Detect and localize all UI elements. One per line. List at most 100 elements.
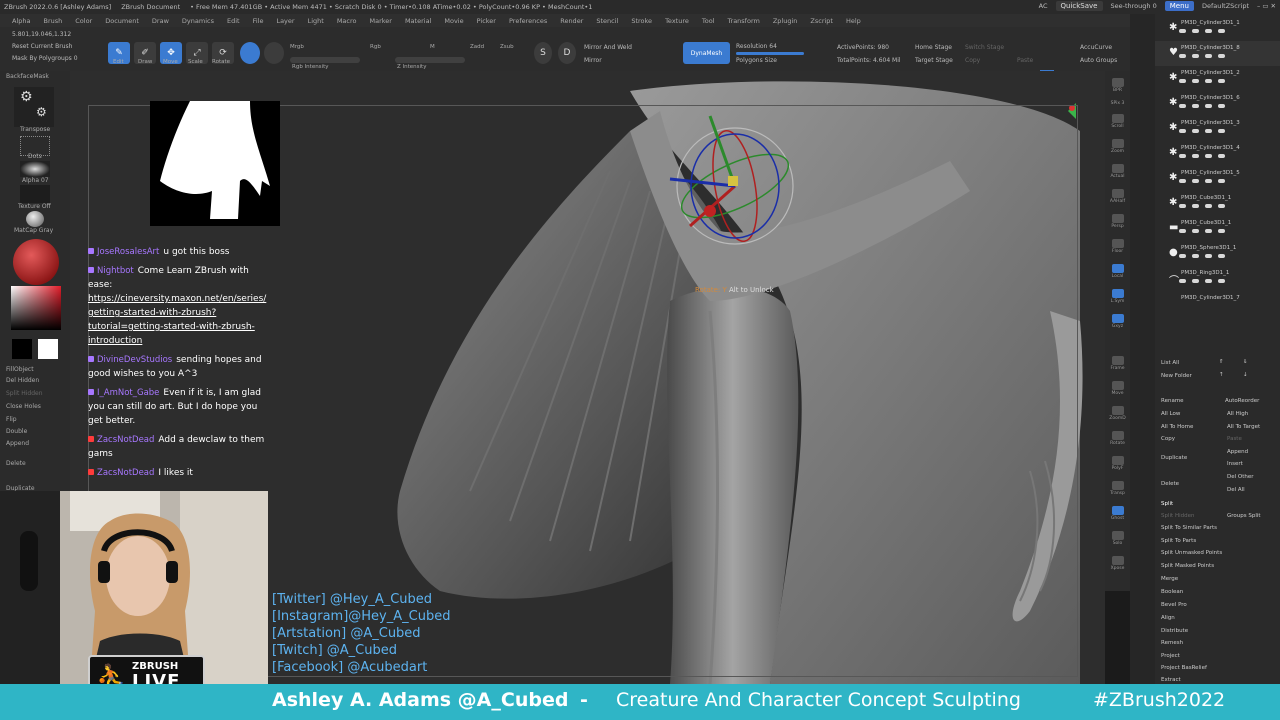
subtool-toggles[interactable] bbox=[1179, 279, 1259, 285]
subtool-item[interactable]: ✱ PM3D_Cylinder3D1_6 bbox=[1155, 91, 1280, 116]
subtool-item[interactable]: ✱ PM3D_Cylinder3D1_5 bbox=[1155, 166, 1280, 191]
target-stage-button[interactable]: Target Stage bbox=[915, 57, 953, 64]
menu-button[interactable]: Menu bbox=[1164, 1, 1194, 11]
m-button[interactable]: M bbox=[430, 44, 435, 50]
mrgb-button[interactable]: Mrgb bbox=[290, 44, 304, 50]
arrow-down-icon[interactable]: ⇓ bbox=[1243, 359, 1248, 365]
polyf-button[interactable]: PolyF bbox=[1107, 453, 1128, 473]
all-low-button[interactable]: All Low bbox=[1161, 411, 1180, 417]
ghost-button[interactable]: Ghost bbox=[1107, 503, 1128, 523]
menu-texture[interactable]: Texture bbox=[665, 17, 689, 25]
delete-subtool-button[interactable]: Delete bbox=[1161, 481, 1179, 487]
append-button[interactable]: Append bbox=[6, 440, 29, 447]
flip-button[interactable]: Flip bbox=[6, 416, 17, 423]
menu-alpha[interactable]: Alpha bbox=[12, 17, 30, 25]
all-to-target-button[interactable]: All To Target bbox=[1227, 424, 1260, 430]
menu-brush[interactable]: Brush bbox=[43, 17, 62, 25]
align-button[interactable]: Align bbox=[1161, 615, 1175, 621]
groups-split-button[interactable]: Groups Split bbox=[1227, 513, 1261, 519]
subtool-toggles[interactable] bbox=[1179, 54, 1259, 60]
menu-movie[interactable]: Movie bbox=[444, 17, 463, 25]
main-color-swatch[interactable] bbox=[38, 339, 58, 359]
window-controls[interactable]: – ▭ ✕ bbox=[1257, 2, 1276, 10]
merge-button[interactable]: Merge bbox=[1161, 576, 1178, 582]
menu-light[interactable]: Light bbox=[308, 17, 324, 25]
project-basrelief-button[interactable]: Project BasRelief bbox=[1161, 665, 1207, 671]
subtool-item[interactable]: ✱ PM3D_Cylinder3D1_3 bbox=[1155, 116, 1280, 141]
subtool-item[interactable]: ✱ PM3D_Cylinder3D1_1 bbox=[1155, 16, 1280, 41]
subtool-toggles[interactable] bbox=[1179, 229, 1259, 235]
transpose-brush-thumb[interactable]: ⚙ ⚙ bbox=[14, 87, 54, 127]
zoom3d-button[interactable]: ZoomD bbox=[1107, 403, 1128, 423]
home-stage-button[interactable]: Home Stage bbox=[915, 44, 952, 51]
subtool-toggles[interactable] bbox=[1179, 179, 1259, 185]
delete-button[interactable]: Delete bbox=[6, 460, 26, 467]
quicksave-button[interactable]: QuickSave bbox=[1055, 1, 1103, 11]
list-all-button[interactable]: List All bbox=[1161, 360, 1179, 366]
mask-by-polygroups-slider[interactable]: Mask By Polygroups 0 bbox=[12, 55, 78, 62]
rgb-intensity-slider[interactable] bbox=[290, 57, 360, 63]
subtool-item[interactable]: ✱ PM3D_Cylinder3D1_4 bbox=[1155, 141, 1280, 166]
zoom-button[interactable]: Zoom bbox=[1107, 136, 1128, 156]
texture-thumb[interactable] bbox=[20, 185, 50, 203]
local-button[interactable]: Local bbox=[1107, 261, 1128, 281]
menu-color[interactable]: Color bbox=[75, 17, 92, 25]
paste-button[interactable]: Paste bbox=[1227, 436, 1242, 442]
split-unmasked-button[interactable]: Split Unmasked Points bbox=[1161, 550, 1222, 556]
subtool-toggles[interactable] bbox=[1179, 254, 1259, 260]
subtool-item[interactable]: ✱ PM3D_Cylinder3D1_2 bbox=[1155, 66, 1280, 91]
split-masked-button[interactable]: Split Masked Points bbox=[1161, 563, 1214, 569]
double-button[interactable]: Double bbox=[6, 428, 27, 435]
menu-tool[interactable]: Tool bbox=[702, 17, 715, 25]
alpha-thumb[interactable] bbox=[20, 161, 50, 177]
default-zscript-button[interactable]: DefaultZScript bbox=[1202, 2, 1249, 10]
insert-subtool-button[interactable]: Insert bbox=[1227, 461, 1243, 467]
subtool-toggles[interactable] bbox=[1179, 79, 1259, 85]
duplicate-subtool-button[interactable]: Duplicate bbox=[1161, 455, 1187, 461]
color-swatch-sphere[interactable] bbox=[13, 239, 59, 285]
subtool-item[interactable]: ♥ PM3D_Cylinder3D1_8 bbox=[1155, 41, 1280, 66]
floor-button[interactable]: Floor bbox=[1107, 236, 1128, 256]
symmetry-d-icon[interactable]: D bbox=[558, 42, 576, 64]
split-similar-button[interactable]: Split To Similar Parts bbox=[1161, 525, 1217, 531]
symmetry-s-icon[interactable]: S bbox=[534, 42, 552, 64]
fill-object-button[interactable]: FillObject bbox=[6, 366, 34, 373]
rgb-button[interactable]: Rgb bbox=[370, 44, 381, 50]
arrow-up-single-icon[interactable]: ↑ bbox=[1219, 372, 1224, 378]
menu-picker[interactable]: Picker bbox=[477, 17, 496, 25]
split-section-title[interactable]: Split bbox=[1161, 501, 1173, 507]
solo-button[interactable]: Solo bbox=[1107, 528, 1128, 548]
menu-macro[interactable]: Macro bbox=[337, 17, 357, 25]
persp-button[interactable]: Persp bbox=[1107, 211, 1128, 231]
dynamesh-button[interactable]: DynaMesh bbox=[683, 42, 730, 64]
menu-file[interactable]: File bbox=[253, 17, 264, 25]
subtool-toggles[interactable] bbox=[1179, 29, 1259, 35]
subtool-item[interactable]: ● PM3D_Sphere3D1_1 bbox=[1155, 241, 1280, 266]
all-high-button[interactable]: All High bbox=[1227, 411, 1248, 417]
frame-button[interactable]: Frame bbox=[1107, 353, 1128, 373]
gxyz-button[interactable]: Gxyz bbox=[1107, 311, 1128, 331]
menu-transform[interactable]: Transform bbox=[728, 17, 760, 25]
arrow-up-icon[interactable]: ⇑ bbox=[1219, 359, 1224, 365]
polygons-size-slider[interactable]: Polygons Size bbox=[736, 57, 777, 64]
scroll-button[interactable]: Scroll bbox=[1107, 111, 1128, 131]
material-preview-icon[interactable] bbox=[264, 42, 284, 64]
zadd-button[interactable]: Zadd bbox=[470, 44, 484, 50]
actual-button[interactable]: Actual bbox=[1107, 161, 1128, 181]
del-other-button[interactable]: Del Other bbox=[1227, 474, 1254, 480]
menu-dynamics[interactable]: Dynamics bbox=[182, 17, 214, 25]
append-subtool-button[interactable]: Append bbox=[1227, 449, 1248, 455]
menu-preferences[interactable]: Preferences bbox=[509, 17, 547, 25]
transp-button[interactable]: Transp bbox=[1107, 478, 1128, 498]
all-to-home-button[interactable]: All To Home bbox=[1161, 424, 1193, 430]
xpose-button[interactable]: Xpose bbox=[1107, 553, 1128, 573]
accucurve-button[interactable]: AccuCurve bbox=[1080, 44, 1112, 51]
subtool-item[interactable]: ✱ PM3D_Cube3D1_1 bbox=[1155, 191, 1280, 216]
split-parts-button[interactable]: Split To Parts bbox=[1161, 538, 1196, 544]
subtool-item[interactable]: PM3D_Cylinder3D1_7 bbox=[1155, 291, 1280, 316]
paste-stage-button[interactable]: Paste bbox=[1017, 57, 1033, 64]
subtool-toggles[interactable] bbox=[1179, 154, 1259, 160]
bpr-button[interactable]: BPR bbox=[1107, 75, 1128, 95]
remesh-button[interactable]: Remesh bbox=[1161, 640, 1183, 646]
menu-stroke[interactable]: Stroke bbox=[631, 17, 652, 25]
